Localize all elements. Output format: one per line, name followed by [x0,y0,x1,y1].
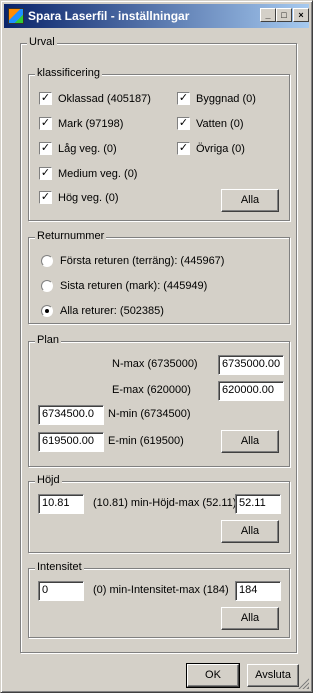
checkbox-vatten[interactable]: ✓ [177,117,190,130]
nmin-field[interactable]: 6734500.0 [38,405,104,425]
check-mark-icon: ✓ [40,191,51,203]
nmax-label: N-max (6735000) [112,358,198,370]
radio-alla-returer[interactable] [41,305,53,317]
resize-grip-icon[interactable] [297,677,309,689]
checkbox-label-vatten: Vatten (0) [196,118,244,130]
checkbox-ovriga[interactable]: ✓ [177,142,190,155]
klassificering-all-button[interactable]: Alla [221,189,279,212]
checkbox-label-lag-veg: Låg veg. (0) [58,143,117,155]
check-mark-icon: ✓ [178,142,189,154]
window-title: Spara Laserfil - inställningar [28,9,190,23]
radio-label-sista-returen: Sista returen (mark): (445949) [60,280,208,292]
emax-field[interactable]: 620000.00 [218,381,284,401]
check-mark-icon: ✓ [178,92,189,104]
checkbox-mark[interactable]: ✓ [39,117,52,130]
nmax-field[interactable]: 6735000.00 [218,355,284,375]
intensitet-all-button[interactable]: Alla [221,607,279,630]
returnummer-group: Returnummer Första returen (terräng): (4… [28,230,290,324]
plan-group: Plan N-max (6735000) 6735000.00 E-max (6… [28,334,290,467]
emax-label: E-max (620000) [112,384,191,396]
hojd-group: Höjd 10.81 (10.81) min-Höjd-max (52.11) … [28,474,290,553]
emin-label: E-min (619500) [108,435,184,447]
checkbox-byggnad[interactable]: ✓ [177,92,190,105]
close-icon[interactable]: × [293,8,309,22]
klassificering-group: klassificering ✓ Oklassad (405187) ✓ Byg… [28,67,290,221]
nmin-label: N-min (6734500) [108,408,191,420]
checkbox-label-byggnad: Byggnad (0) [196,93,256,105]
plan-all-button[interactable]: Alla [221,430,279,453]
check-mark-icon: ✓ [40,167,51,179]
hojd-max-field[interactable]: 52.11 [235,494,281,514]
intensitet-legend: Intensitet [35,561,84,573]
checkbox-label-hog-veg: Hög veg. (0) [58,192,119,204]
intensitet-min-field[interactable]: 0 [38,581,84,601]
radio-forsta-returen[interactable] [41,255,53,267]
radio-label-forsta-returen: Första returen (terräng): (445967) [60,255,225,267]
emin-field[interactable]: 619500.00 [38,432,104,452]
check-mark-icon: ✓ [40,92,51,104]
checkbox-lag-veg[interactable]: ✓ [39,142,52,155]
radio-sista-returen[interactable] [41,280,53,292]
hojd-min-field[interactable]: 10.81 [38,494,84,514]
radio-label-alla-returer: Alla returer: (502385) [60,305,164,317]
hojd-range-label: (10.81) min-Höjd-max (52.11) [93,497,237,509]
maximize-icon[interactable]: □ [276,8,292,22]
title-bar[interactable]: Spara Laserfil - inställningar _ □ × [4,4,309,28]
checkbox-medium-veg[interactable]: ✓ [39,167,52,180]
check-mark-icon: ✓ [178,117,189,129]
checkbox-label-ovriga: Övriga (0) [196,143,245,155]
settings-dialog: Spara Laserfil - inställningar _ □ × Urv… [0,0,313,693]
hojd-all-button[interactable]: Alla [221,520,279,543]
checkbox-label-mark: Mark (97198) [58,118,124,130]
intensitet-range-label: (0) min-Intensitet-max (184) [93,584,229,596]
minimize-icon[interactable]: _ [260,8,276,22]
checkbox-hog-veg[interactable]: ✓ [39,191,52,204]
plan-legend: Plan [35,334,62,346]
hojd-legend: Höjd [35,474,62,486]
returnummer-legend: Returnummer [35,230,107,242]
intensitet-group: Intensitet 0 (0) min-Intensitet-max (184… [28,561,290,638]
app-icon [8,8,24,24]
ok-button[interactable]: OK [186,663,240,688]
checkbox-label-oklassad: Oklassad (405187) [58,93,151,105]
checkbox-label-medium-veg: Medium veg. (0) [58,168,138,180]
avsluta-button[interactable]: Avsluta [247,664,299,687]
klassificering-legend: klassificering [35,67,102,79]
intensitet-max-field[interactable]: 184 [235,581,281,601]
check-mark-icon: ✓ [40,117,51,129]
urval-legend: Urval [27,36,57,48]
checkbox-oklassad[interactable]: ✓ [39,92,52,105]
check-mark-icon: ✓ [40,142,51,154]
